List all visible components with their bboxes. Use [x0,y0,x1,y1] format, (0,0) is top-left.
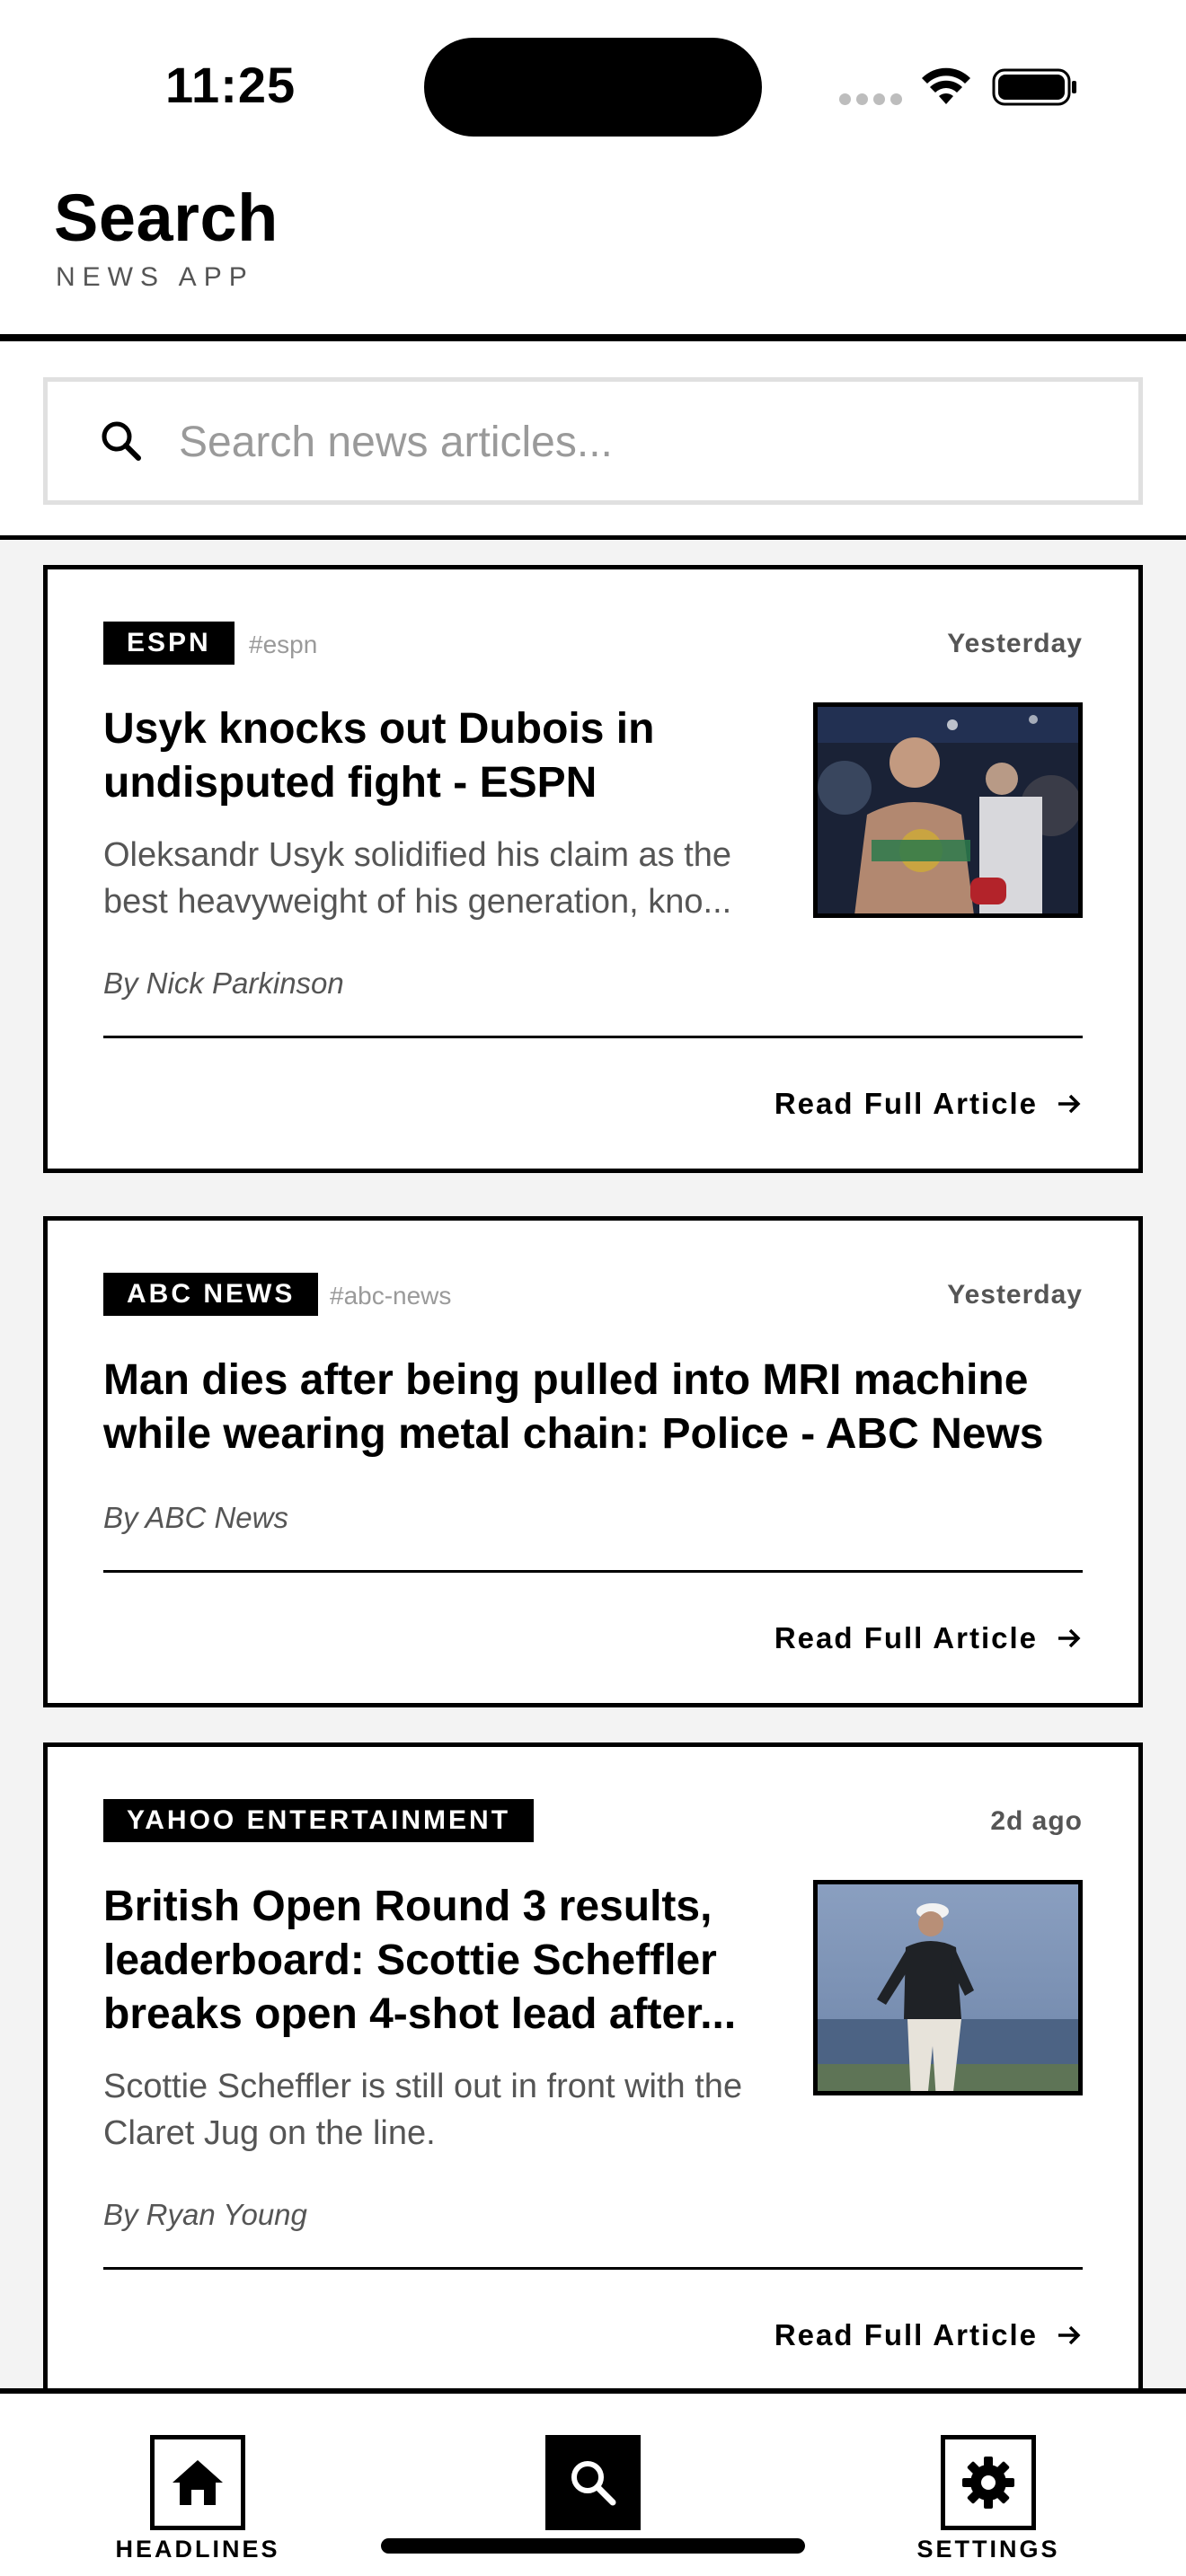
read-full-article-button[interactable]: Read Full Article [774,1621,1083,1655]
article-headline[interactable]: Usyk knocks out Dubois in undisputed fig… [103,702,732,810]
source-badge: YAHOO ENTERTAINMENT [103,1799,535,1842]
search-icon [571,2461,616,2506]
read-full-article-label: Read Full Article [774,1087,1038,1120]
golfer-photo [818,1884,1078,2091]
source-tag: #abc-news [330,1282,452,1310]
source-badge: ESPN [103,622,235,665]
home-indicator[interactable] [381,2538,805,2554]
card-divider [103,1570,1083,1573]
arrow-right-icon [1058,2325,1081,2345]
search-input[interactable] [179,410,1113,473]
header-divider [0,334,1186,341]
tab-settings[interactable]: SETTINGS [890,2435,1087,2570]
article-feed[interactable]: ESPN #espn Yesterday Usyk knocks out Dub… [0,540,1186,2388]
tab-icon-frame [150,2435,245,2530]
tab-icon-frame [545,2435,641,2530]
article-thumbnail[interactable] [813,702,1083,918]
article-byline: By ABC News [103,1501,288,1534]
search-icon [102,421,141,461]
article-headline[interactable]: British Open Round 3 results, leaderboar… [103,1880,750,2042]
page-subtitle: NEWS APP [56,262,254,292]
page-title: Search [54,181,279,255]
article-card[interactable]: YAHOO ENTERTAINMENT 2d ago British Open … [43,1742,1143,2388]
status-bar: 11:25 [0,0,1186,162]
tab-label: SETTINGS [916,2536,1060,2563]
card-divider [103,1036,1083,1038]
boxer-photo [818,707,1078,913]
article-time: Yesterday [947,629,1083,658]
article-description: Scottie Scheffler is still out in front … [103,2068,743,2152]
cellular-signal-icon [839,93,902,106]
article-card[interactable]: ABC NEWS #abc-news Yesterday Man dies af… [43,1216,1143,1707]
dynamic-island [424,38,762,137]
article-byline: By Nick Parkinson [103,966,344,1000]
article-thumbnail[interactable] [813,1880,1083,2095]
battery-icon [992,68,1076,106]
wifi-icon [922,67,970,104]
article-time: 2d ago [990,1806,1083,1836]
source-tag: #espn [249,631,318,658]
source-badge: ABC NEWS [103,1273,319,1316]
read-full-article-button[interactable]: Read Full Article [774,2318,1083,2352]
status-time: 11:25 [165,57,296,113]
article-card[interactable]: ESPN #espn Yesterday Usyk knocks out Dub… [43,565,1143,1173]
article-time: Yesterday [947,1280,1083,1310]
page-header: Search NEWS APP [0,162,1186,338]
tab-label: HEADLINES [115,2536,280,2563]
home-icon [173,2460,223,2505]
article-description: Oleksandr Usyk solidified his claim as t… [103,836,732,921]
arrow-right-icon [1058,1628,1081,1648]
tab-headlines[interactable]: HEADLINES [99,2435,296,2570]
card-divider [103,2267,1083,2270]
search-bar[interactable] [43,377,1143,505]
read-full-article-label: Read Full Article [774,1621,1038,1654]
gear-icon [962,2457,1014,2509]
read-full-article-label: Read Full Article [774,2318,1038,2351]
read-full-article-button[interactable]: Read Full Article [774,1087,1083,1121]
arrow-right-icon [1058,1094,1081,1114]
article-headline[interactable]: Man dies after being pulled into MRI mac… [103,1354,1101,1461]
article-byline: By Ryan Young [103,2198,307,2231]
tab-icon-frame [941,2435,1036,2530]
